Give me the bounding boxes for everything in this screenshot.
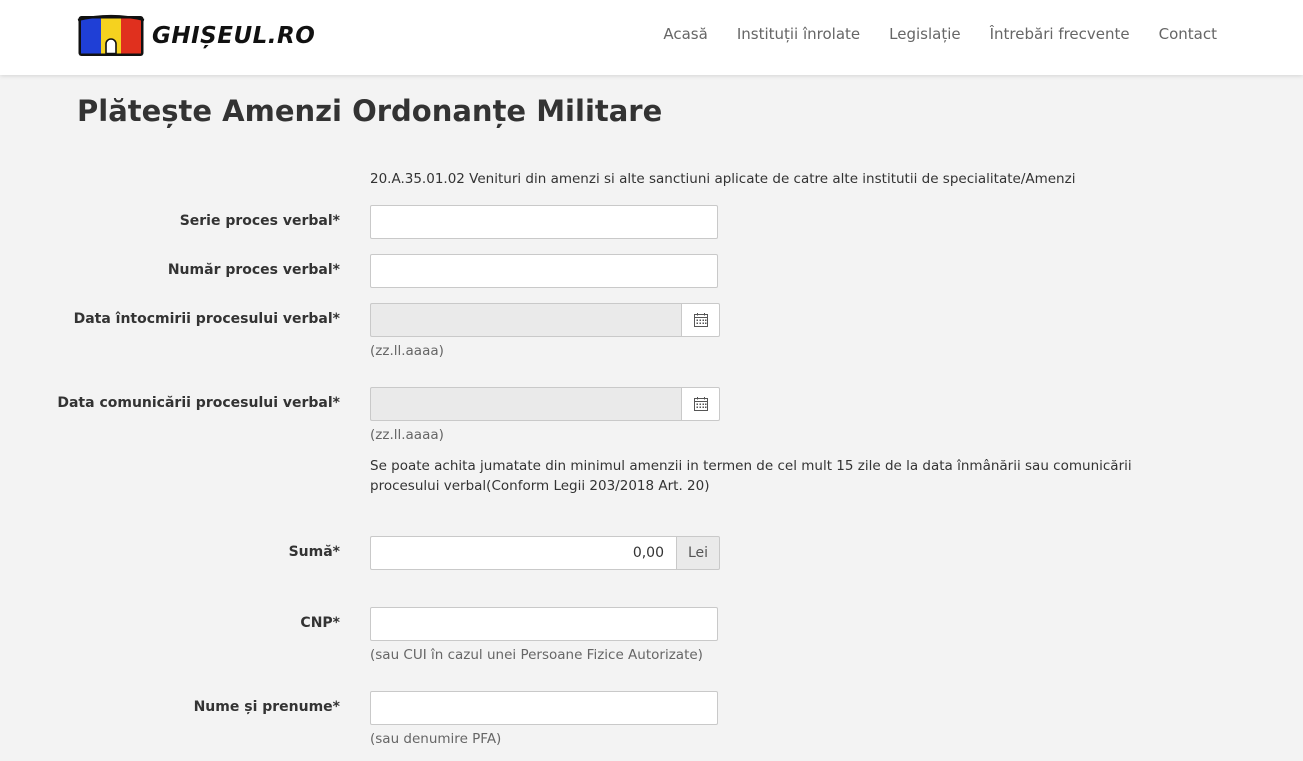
suma-input[interactable]: [370, 536, 676, 570]
serie-label: Serie proces verbal*: [179, 213, 340, 229]
nume-label: Nume și prenume*: [193, 699, 340, 715]
data-comunicare-label: Data comunicării procesului verbal*: [57, 395, 340, 411]
nav-contact[interactable]: Contact: [1159, 25, 1217, 43]
main-nav: Acasă Instituții înrolate Legislație Înt…: [634, 25, 1217, 43]
calendar-icon: [693, 397, 708, 411]
calendar-icon: [693, 313, 708, 327]
suma-field: Lei: [370, 536, 720, 570]
data-intocmire-calendar-button[interactable]: [681, 303, 720, 337]
nume-hint: (sau denumire PFA): [370, 731, 502, 747]
cnp-input[interactable]: [370, 607, 718, 641]
site-logo[interactable]: GHIȘEUL.RO: [77, 14, 315, 58]
data-intocmire-input[interactable]: [370, 303, 681, 337]
logo-text: GHIȘEUL.RO: [152, 23, 316, 49]
currency-addon: Lei: [676, 536, 720, 570]
cnp-hint: (sau CUI în cazul unei Persoane Fizice A…: [370, 647, 703, 663]
nume-input[interactable]: [370, 691, 718, 725]
nav-institutii-inrolate[interactable]: Instituții înrolate: [737, 25, 860, 43]
data-comunicare-calendar-button[interactable]: [681, 387, 720, 421]
data-intocmire-field: [370, 303, 720, 337]
numar-label: Număr proces verbal*: [167, 262, 340, 278]
fund-code-text: 20.A.35.01.02 Venituri din amenzi si alt…: [370, 171, 1076, 187]
page-title: Plătește Amenzi Ordonanțe Militare: [77, 94, 663, 128]
data-comunicare-hint: (zz.ll.aaaa): [370, 427, 444, 443]
numar-input[interactable]: [370, 254, 718, 288]
payment-note: Se poate achita jumatate din minimul ame…: [370, 458, 1132, 494]
data-intocmire-hint: (zz.ll.aaaa): [370, 343, 444, 359]
romanian-flag-logo-icon: [77, 14, 145, 56]
site-header: GHIȘEUL.RO Acasă Instituții înrolate Leg…: [0, 0, 1303, 75]
nav-intrebari-frecvente[interactable]: Întrebări frecvente: [990, 25, 1130, 43]
nav-acasa[interactable]: Acasă: [663, 25, 707, 43]
data-comunicare-field: [370, 387, 720, 421]
serie-input[interactable]: [370, 205, 718, 239]
data-comunicare-input[interactable]: [370, 387, 681, 421]
cnp-label: CNP*: [300, 615, 340, 631]
nav-legislatie[interactable]: Legislație: [889, 25, 960, 43]
suma-label: Sumă*: [288, 544, 340, 560]
data-intocmire-label: Data întocmirii procesului verbal*: [73, 311, 340, 327]
